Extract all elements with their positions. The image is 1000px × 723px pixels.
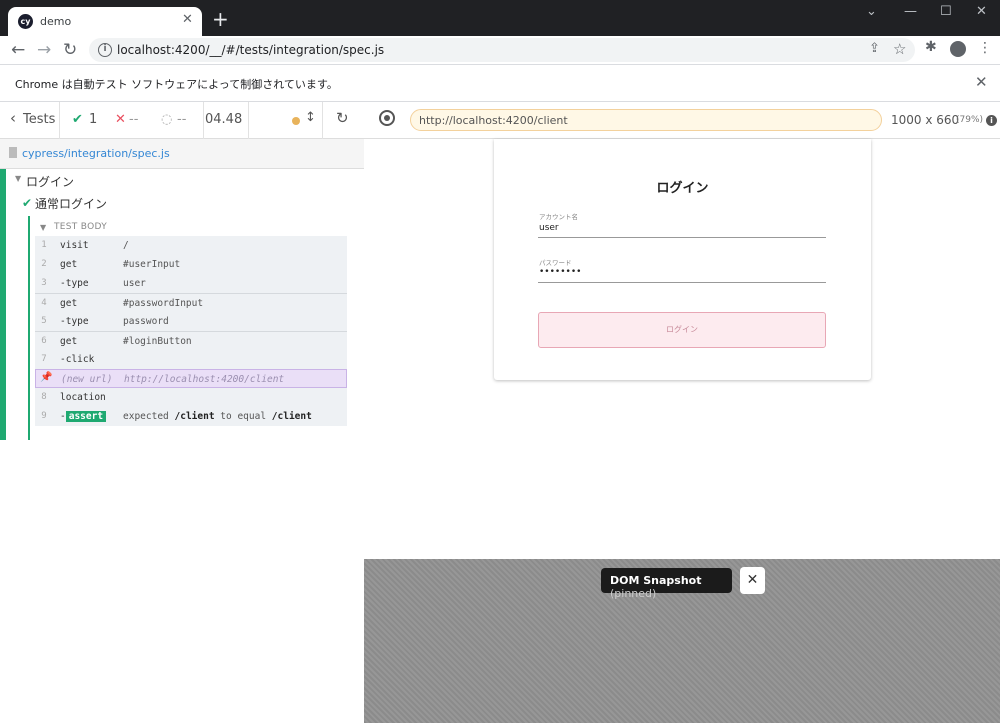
test-body-label[interactable]: TEST BODY <box>54 222 107 232</box>
passed-count: 1 <box>89 112 98 127</box>
tests-button[interactable]: ‹ Tests <box>0 102 60 139</box>
share-icon[interactable]: ⇪ <box>869 41 880 56</box>
command-row[interactable]: 5 -type password <box>35 312 347 331</box>
rerun-icon: ↻ <box>336 109 349 127</box>
check-icon: ✔ <box>72 112 83 127</box>
address-text[interactable]: localhost:4200/__/#/tests/integration/sp… <box>117 43 384 57</box>
password-label: パスワード <box>539 259 572 267</box>
pending-count: -- <box>177 112 187 127</box>
fail-icon: ✕ <box>115 112 126 127</box>
command-row[interactable]: 2 get #userInput <box>35 255 347 274</box>
command-row-pinned[interactable]: 📌 (new url) http://localhost:4200/client <box>35 369 347 388</box>
command-row[interactable]: 4 get #passwordInput <box>35 293 347 312</box>
login-card: ログイン アカウント名 user パスワード •••••••• ログイン <box>494 139 871 380</box>
command-row[interactable]: 8 location <box>35 388 347 407</box>
command-row[interactable]: 7 -click <box>35 350 347 369</box>
test-title[interactable]: 通常ログイン <box>35 195 107 212</box>
star-icon[interactable]: ☆ <box>893 40 906 58</box>
tab-strip: cy demo ✕ + ⌄ — ☐ ✕ <box>0 0 1000 36</box>
cypress-reporter: ‹ Tests ✔ 1 ✕ -- ◌ -- 04.48 ↕ ↻ cypress/… <box>0 102 364 723</box>
viewport-size: 1000 x 660 <box>891 113 960 127</box>
maximize-icon[interactable]: ☐ <box>940 4 952 19</box>
aut-url-bar[interactable]: http://localhost:4200/client <box>410 109 882 131</box>
duration: 04.48 <box>205 112 243 127</box>
automation-infobar: Chrome は自動テスト ソフトウェアによって制御されています。 ✕ <box>0 64 1000 102</box>
window-close-icon[interactable]: ✕ <box>976 4 987 19</box>
menu-icon[interactable]: ⋮ <box>978 40 992 56</box>
spec-path-link[interactable]: cypress/integration/spec.js <box>22 147 170 160</box>
aut-url-text: http://localhost:4200/client <box>419 114 568 127</box>
extensions-icon[interactable]: ✱ <box>925 39 937 55</box>
command-row[interactable]: 1 visit / <box>35 236 347 255</box>
check-icon: ✔ <box>22 196 33 210</box>
infobar-text: Chrome は自動テスト ソフトウェアによって制御されています。 <box>15 78 338 91</box>
profile-icon[interactable] <box>950 41 966 57</box>
pass-indicator <box>0 169 6 440</box>
chevron-left-icon: ‹ <box>10 109 16 127</box>
viewport-scale: (79%) <box>956 115 984 125</box>
back-icon[interactable]: ← <box>11 40 25 60</box>
account-label: アカウント名 <box>539 213 578 221</box>
forward-icon[interactable]: → <box>37 40 51 60</box>
close-icon[interactable]: ✕ <box>975 73 988 91</box>
scroll-toggle-icon[interactable]: ↕ <box>305 110 316 125</box>
duration-cell: 04.48 <box>197 102 249 139</box>
reporter-header: ‹ Tests ✔ 1 ✕ -- ◌ -- 04.48 ↕ ↻ <box>0 102 364 139</box>
info-icon[interactable]: i <box>98 43 112 57</box>
caret-down-icon[interactable]: ▼ <box>15 174 21 183</box>
caret-down-icon[interactable]: ▼ <box>40 223 46 232</box>
dom-snapshot-badge: DOM Snapshot (pinned) <box>601 568 732 600</box>
tab-title: demo <box>40 15 72 28</box>
tests-label: Tests <box>23 112 56 127</box>
cypress-favicon-icon: cy <box>18 14 33 29</box>
account-input[interactable]: user <box>539 223 559 233</box>
stats: ✔ 1 ✕ -- ◌ -- <box>60 102 204 139</box>
command-row[interactable]: 6 get #loginButton <box>35 331 347 350</box>
pin-icon: 📌 <box>40 372 53 383</box>
command-row[interactable]: 3 -type user <box>35 274 347 293</box>
tab-search-icon[interactable]: ⌄ <box>866 4 877 19</box>
status-dot <box>292 117 300 125</box>
login-button[interactable]: ログイン <box>538 312 826 348</box>
spec-bar: cypress/integration/spec.js <box>0 139 364 169</box>
file-icon <box>9 147 17 158</box>
minimize-icon[interactable]: — <box>904 4 917 19</box>
rerun-button[interactable]: ↻ <box>322 102 364 139</box>
snapshot-close-icon[interactable]: ✕ <box>740 567 765 594</box>
browser-tab[interactable]: cy demo ✕ <box>8 7 202 36</box>
tab-close-icon[interactable]: ✕ <box>182 12 193 27</box>
info-icon[interactable]: i <box>986 115 997 126</box>
reload-icon[interactable]: ↻ <box>63 40 77 60</box>
pending-icon: ◌ <box>161 112 173 127</box>
login-heading: ログイン <box>656 181 709 196</box>
suite-title[interactable]: ログイン <box>26 173 74 190</box>
address-bar[interactable]: i localhost:4200/__/#/tests/integration/… <box>89 38 915 62</box>
command-row[interactable]: 9 - assert expected /client to equal /cli… <box>35 407 347 426</box>
browser-toolbar: ← → ↻ i localhost:4200/__/#/tests/integr… <box>0 36 1000 64</box>
aut-header: http://localhost:4200/client 1000 x 660 … <box>364 102 1000 139</box>
aut-frame: ログイン アカウント名 user パスワード •••••••• ログイン <box>364 139 1000 559</box>
new-tab-icon[interactable]: + <box>212 9 229 29</box>
password-input[interactable]: •••••••• <box>539 267 581 277</box>
assert-badge: assert <box>65 411 107 422</box>
failed-count: -- <box>129 112 139 127</box>
